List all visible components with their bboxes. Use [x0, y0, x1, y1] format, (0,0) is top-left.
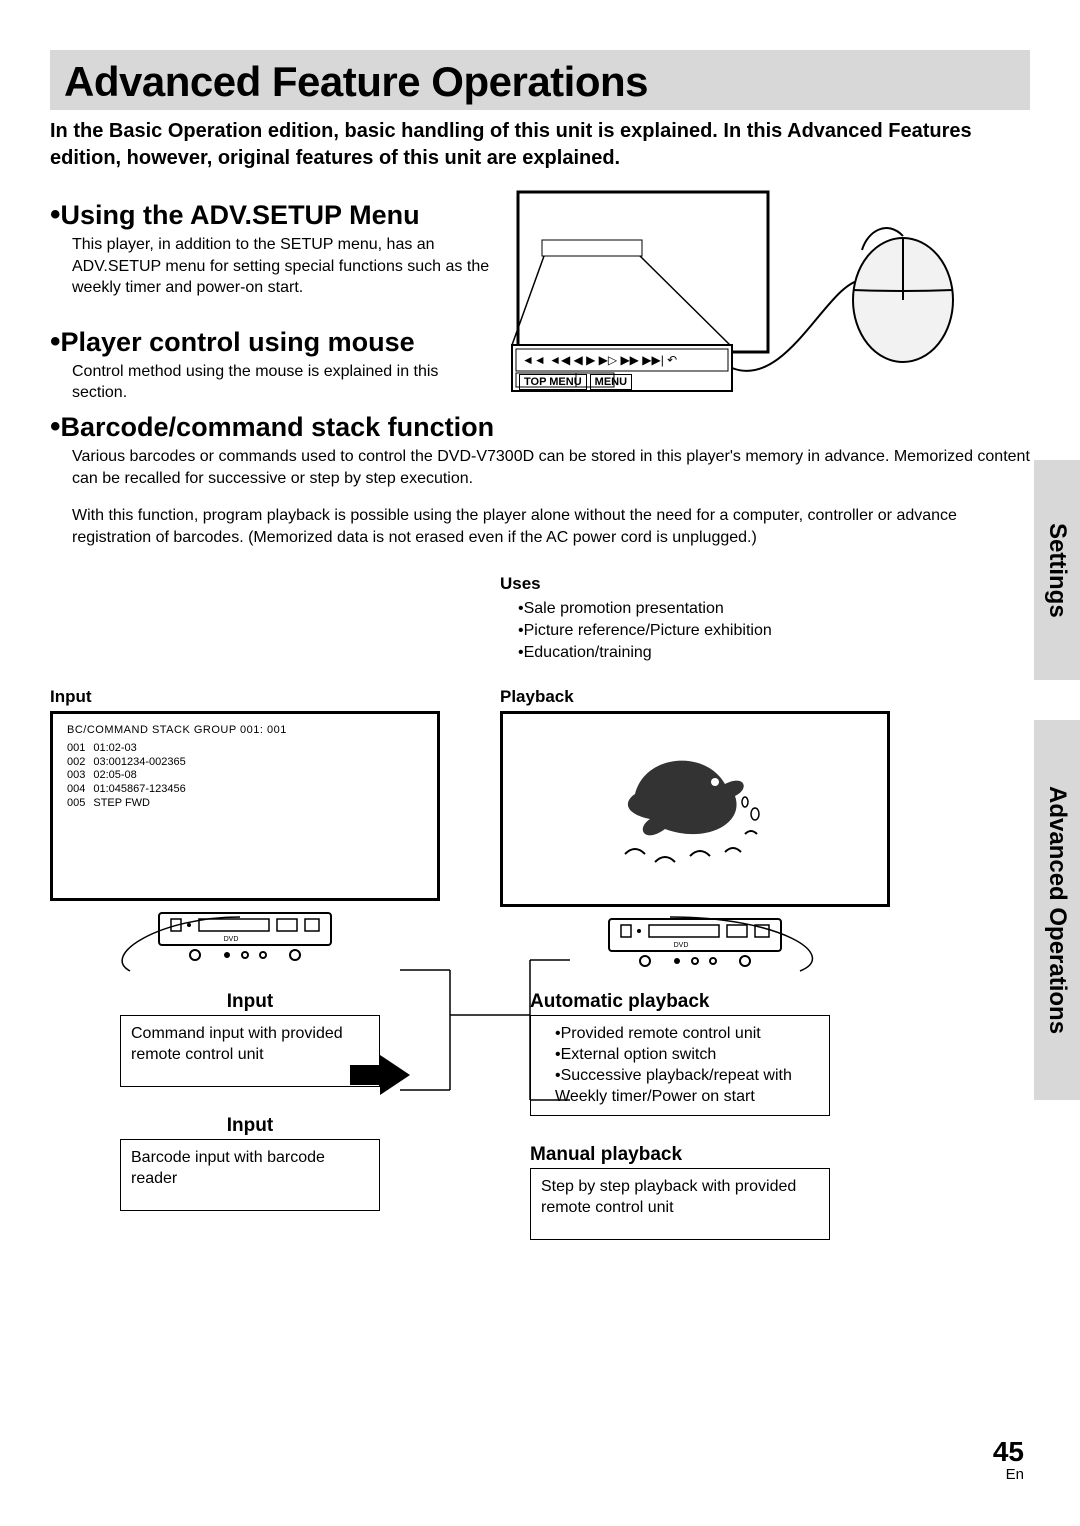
command-stack-screen: BC/COMMAND STACK GROUP 001: 001 00101:02… [50, 711, 440, 901]
auto-item: Successive playback/repeat with Weekly t… [555, 1066, 819, 1108]
section-heading-advsetup: Using the ADV.SETUP Menu [50, 198, 490, 232]
side-tabs: Settings Advanced Operations [1034, 460, 1080, 1100]
command-stack-table: 00101:02-03 00203:001234-002365 00302:05… [67, 742, 194, 811]
page-number: 45 [993, 1438, 1024, 1466]
box-body-input1: Command input with provided remote contr… [120, 1015, 380, 1087]
tab-advanced-operations: Advanced Operations [1034, 720, 1080, 1100]
playback-screen [500, 711, 890, 907]
box-heading-input1: Input [120, 991, 380, 1013]
svg-text:◄◄ ◄◀ ◀ ▶ ▶▷ ▶▶ ▶▶| ↶: ◄◄ ◄◀ ◀ ▶ ▶▷ ▶▶ ▶▶| ↶ [522, 353, 677, 367]
svg-text:DVD: DVD [674, 942, 689, 949]
device-icon: DVD [50, 907, 440, 963]
box-body-manual: Step by step playback with provided remo… [530, 1168, 830, 1240]
section-body-mouse: Control method using the mouse is explai… [72, 361, 490, 404]
language-code: En [1006, 1466, 1024, 1483]
auto-item: Provided remote control unit [555, 1024, 819, 1045]
use-item: Sale promotion presentation [518, 598, 960, 620]
page-number-block: 45 En [993, 1438, 1024, 1484]
title-bar: Advanced Feature Operations [50, 50, 1030, 110]
top-menu-button: TOP MENU [519, 374, 587, 390]
section-body-advsetup: This player, in addition to the SETUP me… [72, 234, 490, 299]
svg-text:DVD: DVD [224, 936, 239, 943]
uses-list: Sale promotion presentation Picture refe… [500, 598, 960, 663]
box-heading-manual: Manual playback [530, 1144, 830, 1166]
page-title: Advanced Feature Operations [64, 58, 1016, 106]
box-heading-auto: Automatic playback [530, 991, 830, 1013]
arrow-right-icon [350, 1055, 410, 1095]
box-body-auto: Provided remote control unit External op… [530, 1015, 830, 1116]
input-label: Input [50, 687, 440, 707]
section-body-barcode-2: With this function, program playback is … [72, 505, 1030, 548]
tab-settings: Settings [1034, 460, 1080, 680]
mouse-diagram: ◄◄ ◄◀ ◀ ▶ ▶▷ ▶▶ ▶▶| ↶ TOP MENUMENU [508, 190, 1030, 420]
intro-text: In the Basic Operation edition, basic ha… [50, 118, 1030, 172]
manual-page: Advanced Feature Operations In the Basic… [0, 0, 1080, 1526]
use-item: Education/training [518, 642, 960, 664]
use-item: Picture reference/Picture exhibition [518, 620, 960, 642]
playback-label: Playback [500, 687, 890, 707]
section-heading-mouse: Player control using mouse [50, 325, 490, 359]
auto-item: External option switch [555, 1045, 819, 1066]
menu-button: MENU [590, 374, 632, 390]
screen-title: BC/COMMAND STACK GROUP 001: 001 [67, 724, 423, 738]
box-heading-input2: Input [120, 1115, 380, 1137]
section-body-barcode-1: Various barcodes or commands used to con… [72, 446, 1030, 489]
uses-heading: Uses [500, 574, 960, 594]
device-icon: DVD [500, 913, 890, 969]
box-body-input2: Barcode input with barcode reader [120, 1139, 380, 1211]
